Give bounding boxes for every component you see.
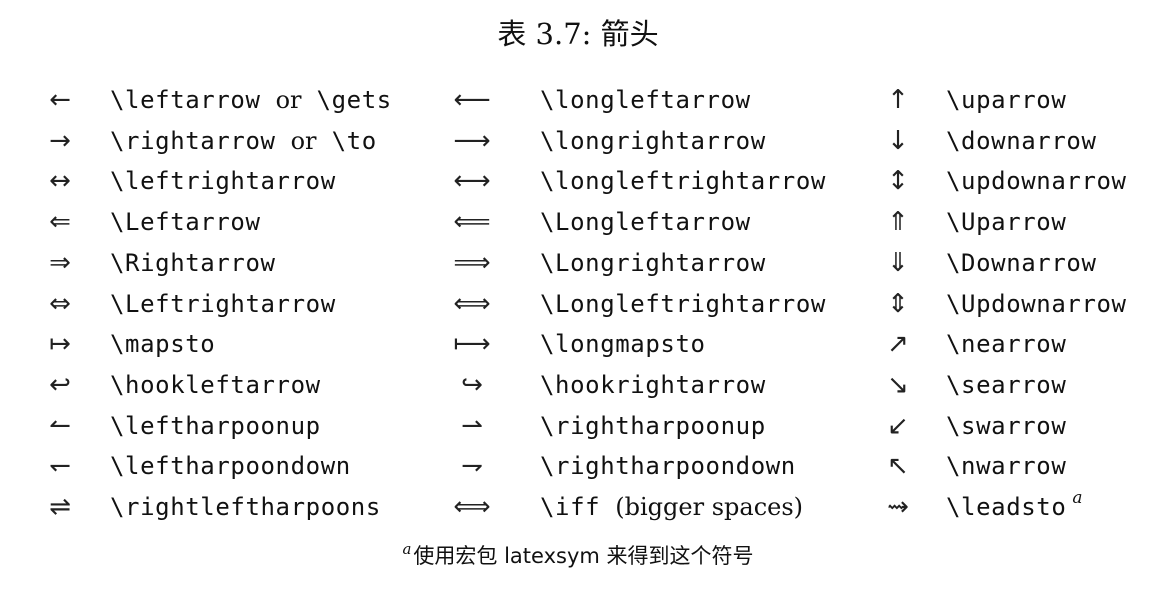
rightarrow-symbol: → [49, 125, 71, 156]
longleftrightarrow-symbol: ⟷ [453, 166, 491, 197]
nearrow-command: \nearrow [946, 330, 1067, 359]
double-longleftrightarrow-symbol: ⟺ [453, 288, 491, 319]
double-leftarrow-command: \Leftarrow [110, 208, 261, 237]
command-name: \rightarrow [110, 126, 276, 155]
longrightarrow-symbol: ⟶ [453, 125, 491, 156]
mapsto-symbol: ↦ [49, 329, 71, 360]
rightarrow-command: \rightarrow or \to [110, 121, 377, 162]
rightharpoonup-symbol: ⇀ [461, 410, 483, 441]
longmapsto-command: \longmapsto [540, 330, 706, 359]
mapsto-command: \mapsto [110, 330, 216, 359]
nwarrow-symbol: ↖ [887, 451, 909, 482]
searrow-command: \searrow [946, 370, 1067, 399]
longleftrightarrow-command: \longleftrightarrow [540, 167, 826, 196]
iff-note: (bigger spaces) [615, 493, 804, 521]
command-alternative: \gets [316, 86, 392, 114]
double-rightarrow-symbol: ⇒ [49, 247, 71, 278]
double-downarrow-command: \Downarrow [946, 248, 1097, 277]
hookrightarrow-symbol: ↪ [461, 369, 483, 400]
table-row: ↼ \leftharpoonup ⇀ \rightharpoonup ↙ \sw… [0, 406, 1156, 447]
double-uparrow-symbol: ⇑ [887, 207, 909, 238]
rightharpoonup-command: \rightharpoonup [540, 411, 766, 440]
leadsto-command: \leadsto a [946, 487, 1083, 528]
double-longrightarrow-command: \Longrightarrow [540, 248, 766, 277]
table-row: ↽ \leftharpoondown ⇁ \rightharpoondown ↖… [0, 446, 1156, 487]
nwarrow-command: \nwarrow [946, 452, 1067, 481]
downarrow-command: \downarrow [946, 126, 1097, 155]
swarrow-command: \swarrow [946, 411, 1067, 440]
double-uparrow-command: \Uparrow [946, 208, 1067, 237]
rightleftharpoons-command: \rightleftharpoons [110, 493, 381, 521]
double-rightarrow-command: \Rightarrow [110, 248, 276, 277]
footnote: a使用宏包 latexsym 来得到这个符号 [0, 538, 1156, 576]
rightleftharpoons-symbol: ⇌ [49, 492, 71, 522]
leadsto-symbol: ⇝ [887, 492, 909, 522]
rightharpoondown-command: \rightharpoondown [540, 452, 796, 481]
footnote-mark: a [402, 540, 412, 558]
double-longleftrightarrow-command: \Longleftrightarrow [540, 289, 826, 318]
table-row: ↔ \leftrightarrow ⟷ \longleftrightarrow … [0, 161, 1156, 202]
leftharpoonup-command: \leftharpoonup [110, 411, 321, 440]
leftarrow-command: \leftarrow or \gets [110, 80, 392, 121]
longleftarrow-command: \longleftarrow [540, 86, 751, 114]
uparrow-symbol: ↑ [887, 85, 909, 115]
double-downarrow-symbol: ⇓ [887, 247, 909, 278]
table-row: ↩ \hookleftarrow ↪ \hookrightarrow ↘ \se… [0, 365, 1156, 406]
double-leftrightarrow-symbol: ⇔ [49, 288, 71, 319]
longmapsto-symbol: ⟼ [453, 329, 491, 360]
leftrightarrow-command: \leftrightarrow [110, 167, 336, 196]
double-updownarrow-symbol: ⇕ [887, 288, 909, 319]
footnote-text: 使用宏包 latexsym 来得到这个符号 [413, 544, 754, 568]
rightharpoondown-symbol: ⇁ [461, 451, 483, 482]
leftharpoondown-symbol: ↽ [49, 451, 71, 482]
double-leftrightarrow-command: \Leftrightarrow [110, 289, 336, 318]
table-row: ↦ \mapsto ⟼ \longmapsto ↗ \nearrow [0, 324, 1156, 365]
command-name: \leadsto [946, 493, 1067, 521]
hookrightarrow-command: \hookrightarrow [540, 370, 766, 399]
command-name: \iff [540, 493, 601, 521]
footnote-marker: a [1072, 488, 1084, 508]
leftharpoonup-symbol: ↼ [49, 410, 71, 441]
leftrightarrow-symbol: ↔ [49, 166, 71, 197]
table-row: ⇔ \Leftrightarrow ⟺ \Longleftrightarrow … [0, 284, 1156, 325]
table-row: ⇒ \Rightarrow ⟹ \Longrightarrow ⇓ \Downa… [0, 243, 1156, 284]
command-alternative: \to [331, 126, 377, 155]
command-name: \leftarrow [110, 86, 261, 114]
iff-command: \iff (bigger spaces) [540, 487, 803, 528]
double-longleftarrow-command: \Longleftarrow [540, 208, 751, 237]
swarrow-symbol: ↙ [887, 410, 909, 441]
table-row: ← \leftarrow or \gets ⟵ \longleftarrow ↑… [0, 80, 1156, 121]
double-updownarrow-command: \Updownarrow [946, 289, 1127, 318]
longleftarrow-symbol: ⟵ [453, 85, 491, 115]
table-row: → \rightarrow or \to ⟶ \longrightarrow ↓… [0, 121, 1156, 162]
table-row: ⇐ \Leftarrow ⟸ \Longleftarrow ⇑ \Uparrow [0, 202, 1156, 243]
table-caption: 表 3.7: 箭头 [497, 17, 659, 51]
leftharpoondown-command: \leftharpoondown [110, 452, 351, 481]
or-text: or [290, 126, 317, 155]
uparrow-command: \uparrow [946, 86, 1067, 114]
double-leftarrow-symbol: ⇐ [49, 207, 71, 238]
hookleftarrow-symbol: ↩ [49, 369, 71, 400]
table-row: ⇌ \rightleftharpoons ⟺ \iff (bigger spac… [0, 487, 1156, 528]
iff-symbol: ⟺ [453, 492, 491, 522]
searrow-symbol: ↘ [887, 369, 909, 400]
double-longrightarrow-symbol: ⟹ [453, 247, 491, 278]
hookleftarrow-command: \hookleftarrow [110, 370, 321, 399]
longrightarrow-command: \longrightarrow [540, 126, 766, 155]
double-longleftarrow-symbol: ⟸ [453, 207, 491, 238]
leftarrow-symbol: ← [49, 85, 71, 115]
arrow-table: ← \leftarrow or \gets ⟵ \longleftarrow ↑… [0, 80, 1156, 530]
or-text: or [275, 86, 302, 114]
downarrow-symbol: ↓ [887, 125, 909, 156]
updownarrow-command: \updownarrow [946, 167, 1127, 196]
nearrow-symbol: ↗ [887, 329, 909, 360]
updownarrow-symbol: ↕ [887, 166, 909, 197]
